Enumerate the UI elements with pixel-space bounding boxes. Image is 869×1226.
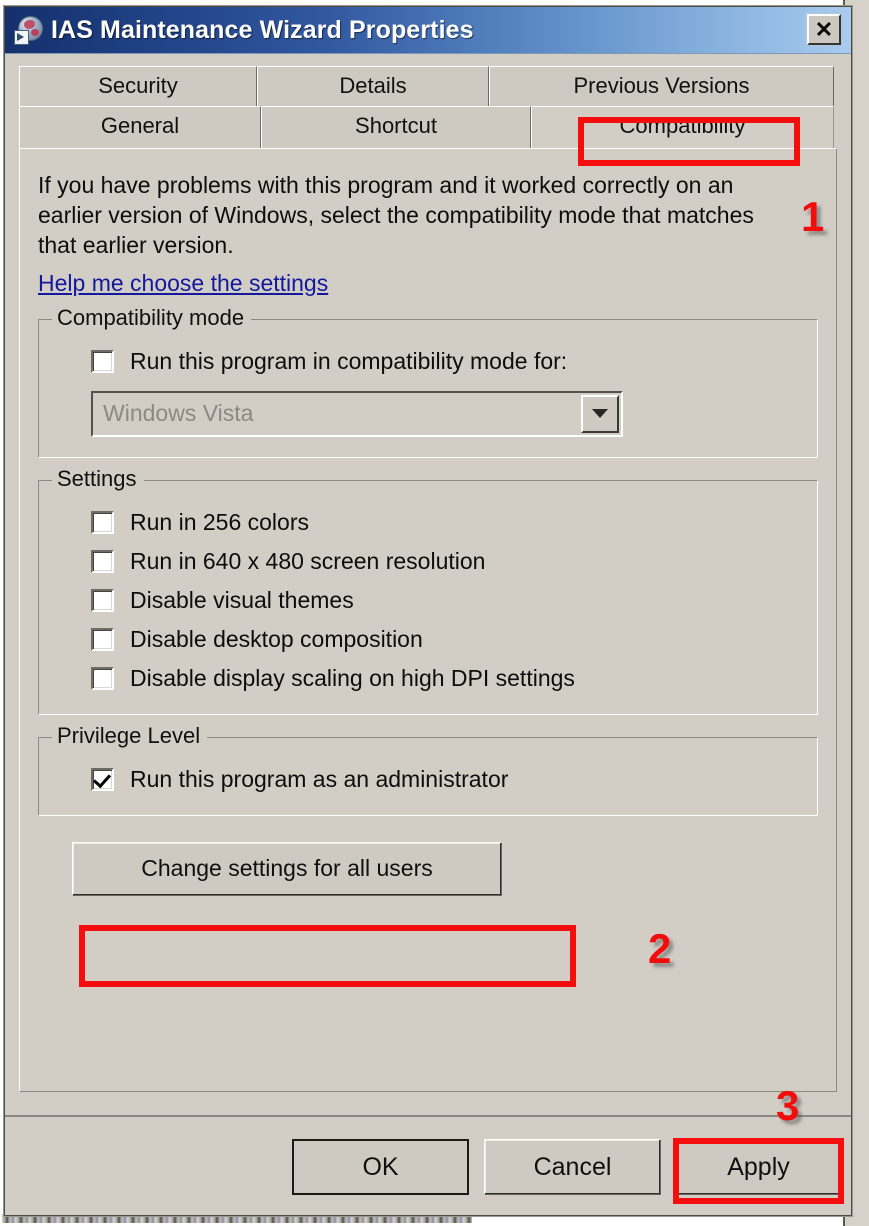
setting-256-colors-label: Run in 256 colors <box>130 508 309 535</box>
compatibility-mode-checkbox[interactable] <box>91 349 114 373</box>
compatibility-version-combo-row: Windows Vista <box>91 390 801 437</box>
cancel-button[interactable]: Cancel <box>484 1139 661 1195</box>
ok-button[interactable]: OK <box>292 1139 469 1195</box>
compatibility-mode-group: Compatibility mode Run this program in c… <box>38 304 818 458</box>
compatibility-mode-group-title: Compatibility mode <box>52 304 252 331</box>
run-as-administrator-row[interactable]: Run this program as an administrator <box>91 760 801 799</box>
tab-previous-versions[interactable]: Previous Versions <box>489 66 834 106</box>
setting-dpi-scaling-checkbox[interactable] <box>91 666 114 690</box>
setting-640x480-row[interactable]: Run in 640 x 480 screen resolution <box>91 542 801 581</box>
compatibility-tab-panel: If you have problems with this program a… <box>19 148 837 1092</box>
tab-row-top: Security Details Previous Versions <box>19 66 837 106</box>
help-me-choose-link[interactable]: Help me choose the settings <box>38 270 328 297</box>
tab-details[interactable]: Details <box>257 66 489 106</box>
tab-general[interactable]: General <box>19 106 261 148</box>
intro-description: If you have problems with this program a… <box>38 172 754 258</box>
apply-button[interactable]: Apply <box>676 1139 841 1195</box>
setting-640x480-label: Run in 640 x 480 screen resolution <box>130 547 486 574</box>
privilege-level-group-title: Privilege Level <box>52 722 208 749</box>
run-as-administrator-label: Run this program as an administrator <box>130 765 509 792</box>
title-bar: IAS Maintenance Wizard Properties ✕ <box>5 7 851 54</box>
shortcut-arrow-overlay-icon <box>14 30 29 45</box>
close-button[interactable]: ✕ <box>807 14 841 45</box>
settings-group: Settings Run in 256 colors Run in 640 x … <box>38 465 818 715</box>
close-icon: ✕ <box>814 16 834 42</box>
setting-dpi-scaling-label: Disable display scaling on high DPI sett… <box>130 664 575 691</box>
tab-row-bottom: General Shortcut Compatibility <box>19 106 837 148</box>
tab-strip: Security Details Previous Versions Gener… <box>5 54 851 148</box>
setting-visual-themes-row[interactable]: Disable visual themes <box>91 581 801 620</box>
setting-256-colors-checkbox[interactable] <box>91 510 114 534</box>
setting-visual-themes-label: Disable visual themes <box>130 586 354 613</box>
compatibility-mode-checkbox-row[interactable]: Run this program in compatibility mode f… <box>91 342 801 381</box>
setting-visual-themes-checkbox[interactable] <box>91 588 114 612</box>
setting-desktop-composition-label: Disable desktop composition <box>130 625 423 652</box>
change-settings-for-all-users-button[interactable]: Change settings for all users <box>72 841 502 896</box>
setting-desktop-composition-row[interactable]: Disable desktop composition <box>91 620 801 659</box>
compatibility-version-value: Windows Vista <box>103 400 254 427</box>
chevron-down-icon[interactable] <box>581 394 619 433</box>
privilege-level-group: Privilege Level Run this program as an a… <box>38 722 818 816</box>
compatibility-mode-checkbox-label: Run this program in compatibility mode f… <box>130 347 568 374</box>
window-title: IAS Maintenance Wizard Properties <box>51 15 474 44</box>
tab-shortcut[interactable]: Shortcut <box>261 106 531 148</box>
settings-group-title: Settings <box>52 465 144 492</box>
setting-256-colors-row[interactable]: Run in 256 colors <box>91 503 801 542</box>
run-as-administrator-checkbox[interactable] <box>91 767 114 791</box>
dialog-footer: OK Cancel Apply <box>5 1115 851 1215</box>
tab-compatibility[interactable]: Compatibility <box>531 106 834 148</box>
shortcut-globe-icon <box>14 15 44 45</box>
properties-dialog: IAS Maintenance Wizard Properties ✕ Secu… <box>4 6 852 1216</box>
setting-640x480-checkbox[interactable] <box>91 549 114 573</box>
setting-desktop-composition-checkbox[interactable] <box>91 627 114 651</box>
tab-security[interactable]: Security <box>19 66 257 106</box>
compatibility-version-select[interactable]: Windows Vista <box>91 390 623 437</box>
setting-dpi-scaling-row[interactable]: Disable display scaling on high DPI sett… <box>91 659 801 698</box>
